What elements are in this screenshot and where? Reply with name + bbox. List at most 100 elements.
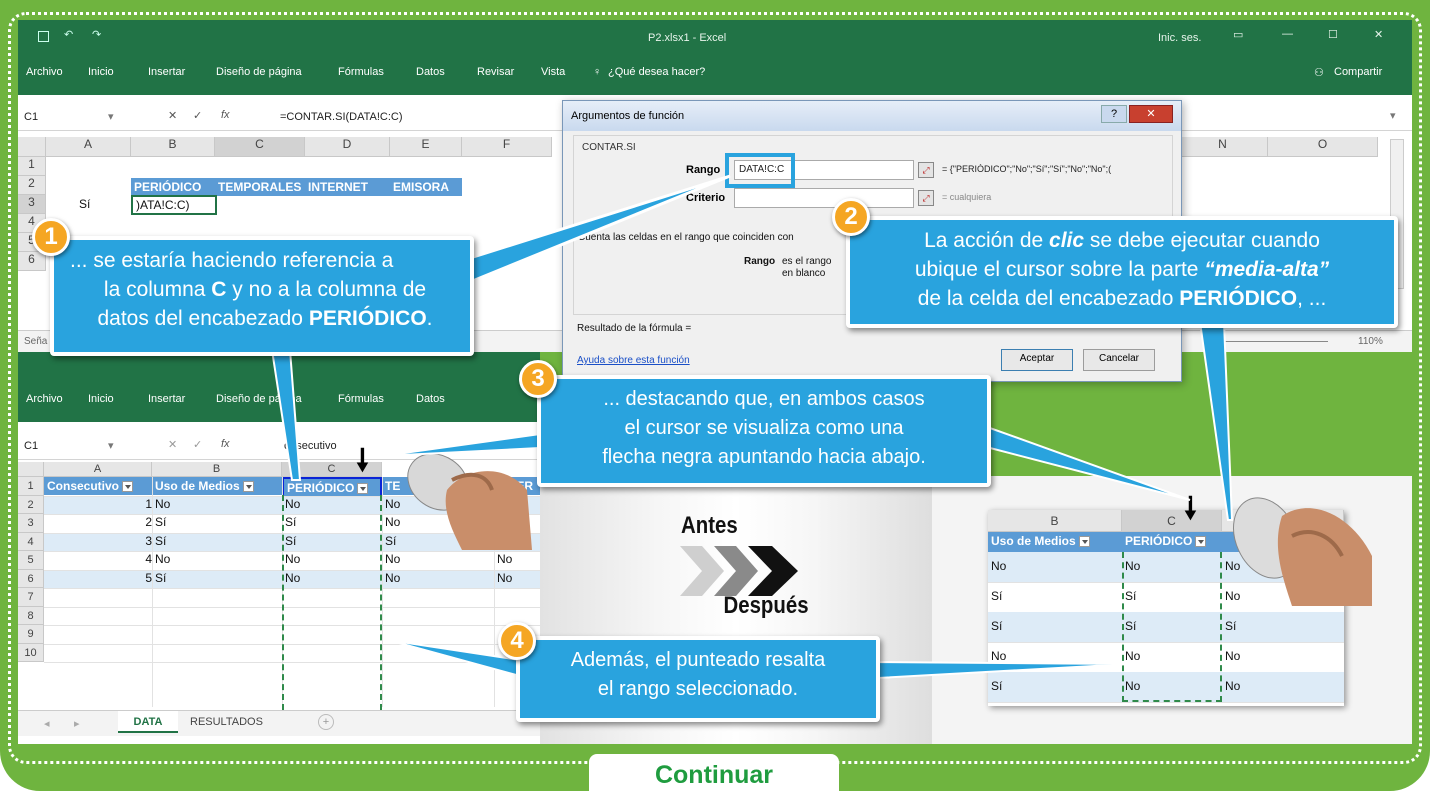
table-cell[interactable]: 2 [44, 514, 156, 531]
ex-col-header-c[interactable]: C [1122, 510, 1222, 532]
cell-a3[interactable]: Sí [76, 196, 126, 213]
menu-archivo[interactable]: Archivo [26, 66, 63, 78]
b-menu-diseno[interactable]: Diseño de página [216, 393, 302, 405]
tab-data[interactable]: DATA [118, 711, 178, 733]
b-row-header[interactable]: 4 [18, 532, 44, 551]
filter-dropdown-icon[interactable] [1195, 536, 1207, 548]
table-cell[interactable]: No [152, 551, 282, 568]
table-cell[interactable]: Sí [988, 678, 1122, 695]
row-header-3[interactable]: 3 [18, 195, 46, 214]
zoom-slider[interactable] [1218, 341, 1328, 342]
enter-icon[interactable]: ✓ [193, 109, 202, 122]
b-row-header[interactable]: 10 [18, 643, 44, 662]
table-cell[interactable]: 1 [44, 496, 156, 513]
filter-dropdown-icon[interactable] [1078, 536, 1090, 548]
ribbon-display-icon[interactable]: ▭ [1233, 28, 1243, 41]
tell-me-search[interactable]: ¿Qué desea hacer? [608, 66, 705, 78]
b-row-header[interactable]: 5 [18, 551, 44, 570]
add-sheet-icon[interactable]: + [318, 714, 334, 730]
b-cancel-icon[interactable]: ✕ [168, 438, 177, 451]
fx-icon[interactable]: fx [221, 109, 230, 121]
table-cell[interactable]: No [988, 648, 1122, 665]
close-icon[interactable]: ✕ [1374, 28, 1383, 41]
b-row-header[interactable]: 3 [18, 514, 44, 533]
table-cell[interactable]: No [382, 551, 494, 568]
table-cell[interactable]: No [494, 551, 540, 568]
formula-input[interactable]: =CONTAR.SI(DATA!C:C) [280, 111, 403, 123]
b-row-header[interactable]: 1 [18, 477, 44, 496]
b-namebox-dropdown-icon[interactable]: ▾ [108, 439, 114, 452]
b-select-all[interactable] [18, 462, 44, 477]
table-cell[interactable]: No [494, 570, 540, 587]
cell-c2[interactable]: TEMPORALES [215, 178, 305, 196]
col-header-d[interactable]: D [305, 137, 390, 157]
continue-button[interactable]: Continuar [589, 754, 839, 794]
col-header-a[interactable]: A [46, 137, 131, 157]
signin-link[interactable]: Inic. ses. [1158, 32, 1201, 44]
criterio-input[interactable] [734, 188, 914, 208]
row-header-1[interactable]: 1 [18, 157, 46, 176]
select-all[interactable] [18, 137, 46, 157]
menu-inicio[interactable]: Inicio [88, 66, 114, 78]
table-cell[interactable]: No [1222, 678, 1344, 695]
share-button[interactable]: Compartir [1334, 66, 1382, 78]
undo-icon[interactable]: ↶ [64, 28, 73, 41]
b-row-header[interactable]: 6 [18, 569, 44, 588]
tab-scroll-left-icon[interactable]: ◂ [44, 717, 50, 730]
table-cell[interactable]: Sí [152, 514, 282, 531]
b-col-header-b[interactable]: B [152, 462, 282, 477]
b-enter-icon[interactable]: ✓ [193, 438, 202, 451]
cancel-icon[interactable]: ✕ [168, 109, 177, 122]
b-row-header[interactable]: 7 [18, 588, 44, 607]
table-cell[interactable]: No [988, 558, 1122, 575]
dialog-help-icon[interactable]: ? [1101, 105, 1127, 123]
tab-scroll-right-icon[interactable]: ▸ [74, 717, 80, 730]
b-row-header[interactable]: 9 [18, 625, 44, 644]
col-header-o[interactable]: O [1268, 137, 1378, 157]
table-cell[interactable]: No [382, 570, 494, 587]
b-row-header[interactable]: 8 [18, 606, 44, 625]
cancel-button[interactable]: Cancelar [1083, 349, 1155, 371]
rango-collapse-icon[interactable]: ⤢ [918, 162, 934, 178]
b-menu-datos[interactable]: Datos [416, 393, 445, 405]
menu-formulas[interactable]: Fórmulas [338, 66, 384, 78]
menu-datos[interactable]: Datos [416, 66, 445, 78]
namebox-dropdown-icon[interactable]: ▾ [108, 110, 114, 123]
b-menu-inicio[interactable]: Inicio [88, 393, 114, 405]
table-cell[interactable]: Sí [152, 533, 282, 550]
zoom-level[interactable]: 110% [1358, 336, 1383, 347]
col-header-n[interactable]: N [1178, 137, 1268, 157]
ok-button[interactable]: Aceptar [1001, 349, 1073, 371]
row-header-2[interactable]: 2 [18, 176, 46, 195]
ex-header-uso[interactable]: Uso de Medios [988, 532, 1122, 552]
b-formula-input[interactable]: onsecutivo [284, 440, 337, 452]
b-name-box[interactable]: C1 [24, 440, 38, 452]
table-cell[interactable]: Sí [988, 618, 1122, 635]
table-cell[interactable]: 5 [44, 570, 156, 587]
maximize-icon[interactable]: ☐ [1328, 28, 1338, 41]
tab-resultados[interactable]: RESULTADOS [190, 716, 263, 728]
cell-b2[interactable]: PERIÓDICO [131, 178, 215, 196]
table-cell[interactable]: Sí [152, 570, 282, 587]
expand-formula-icon[interactable]: ▾ [1390, 109, 1396, 122]
cell-d2[interactable]: INTERNET [305, 178, 390, 196]
table-cell[interactable]: No [152, 496, 282, 513]
b-menu-formulas[interactable]: Fórmulas [338, 393, 384, 405]
ex-col-header-b[interactable]: B [988, 510, 1122, 532]
share-icon[interactable]: ⚇ [1314, 66, 1324, 79]
help-link[interactable]: Ayuda sobre esta función [577, 355, 690, 366]
col-header-e[interactable]: E [390, 137, 462, 157]
filter-dropdown-icon[interactable] [122, 481, 134, 493]
col-header-b[interactable]: B [131, 137, 215, 157]
dialog-close-icon[interactable]: ✕ [1129, 105, 1173, 123]
table-cell[interactable]: Sí [1222, 618, 1344, 635]
menu-vista[interactable]: Vista [541, 66, 565, 78]
table-cell[interactable]: 3 [44, 533, 156, 550]
row-header-6[interactable]: 6 [18, 252, 46, 271]
ex-header-periodico[interactable]: PERIÓDICO [1122, 532, 1222, 552]
b-header-uso[interactable]: Uso de Medios [152, 477, 282, 495]
table-cell[interactable]: 4 [44, 551, 156, 568]
name-box[interactable]: C1 [24, 111, 38, 123]
cell-e2[interactable]: EMISORA [390, 178, 462, 196]
redo-icon[interactable]: ↷ [92, 28, 101, 41]
